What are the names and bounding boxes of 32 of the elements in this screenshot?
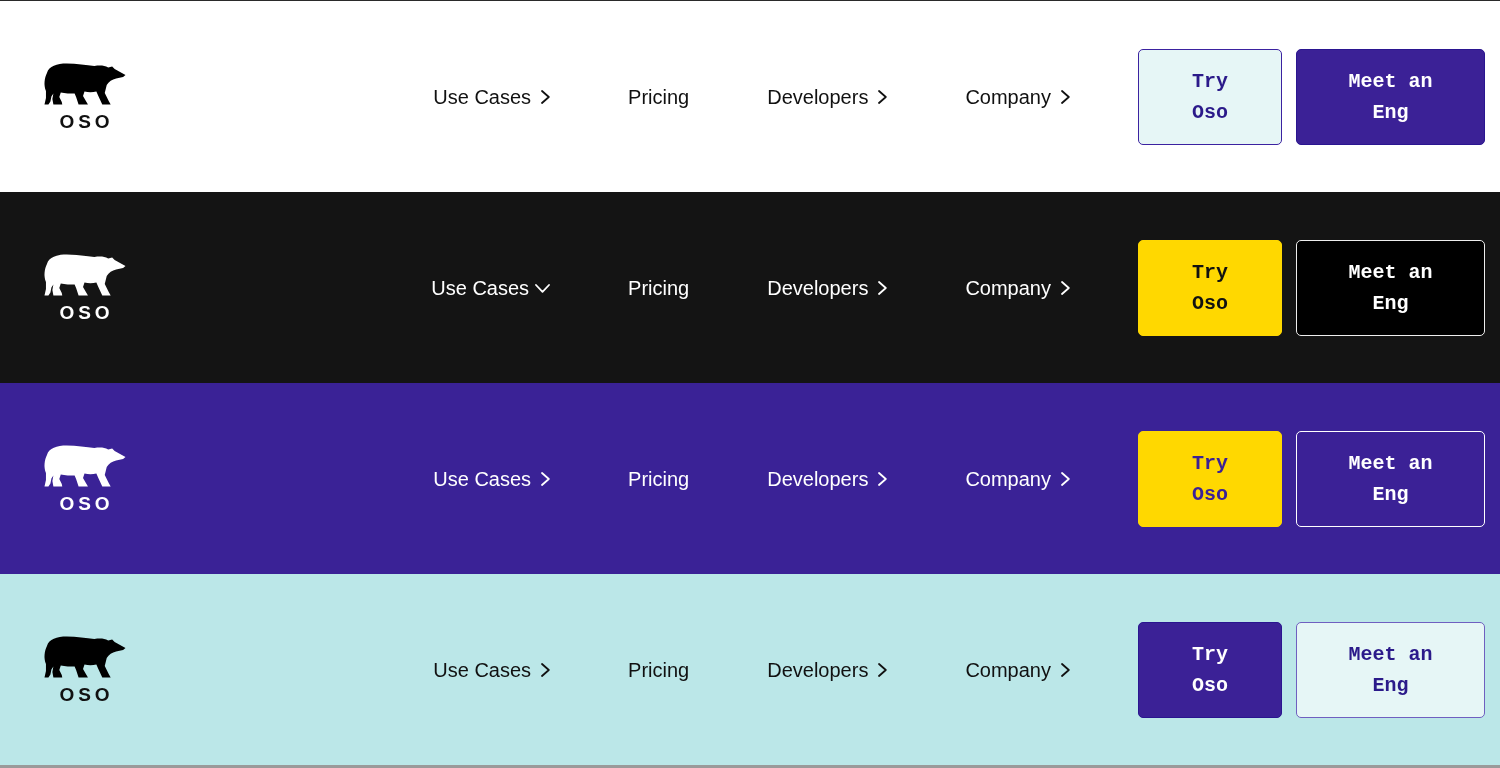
nav-link[interactable]: Company — [965, 275, 1070, 300]
nav-link[interactable]: Developers — [767, 84, 888, 109]
nav-link[interactable]: Pricing — [628, 84, 690, 109]
nav-link[interactable]: Pricing — [628, 466, 690, 491]
bear-icon — [43, 254, 126, 296]
cta-button[interactable]: Meet an Eng — [1296, 239, 1485, 336]
bear-icon — [43, 63, 126, 105]
cta-button[interactable]: Meet an Eng — [1296, 621, 1485, 718]
nav-link[interactable]: Company — [965, 657, 1070, 682]
cta-button[interactable]: Try Oso — [1138, 48, 1282, 145]
nav-link[interactable]: Developers — [767, 275, 888, 300]
home-logo[interactable]: OSO — [43, 636, 126, 703]
cta-button[interactable]: Meet an Eng — [1296, 430, 1485, 527]
home-logo[interactable]: OSO — [43, 63, 126, 130]
cta-button[interactable]: Try Oso — [1138, 239, 1282, 336]
nav-link[interactable]: Developers — [767, 657, 888, 682]
nav-link[interactable]: Company — [965, 466, 1070, 491]
nav-link[interactable]: Use Cases — [431, 275, 551, 300]
nav-link[interactable]: Use Cases — [433, 466, 551, 491]
bear-icon — [43, 636, 126, 678]
cta-button[interactable]: Try Oso — [1138, 430, 1282, 527]
cta-button[interactable]: Meet an Eng — [1296, 48, 1485, 145]
nav-link[interactable]: Developers — [767, 466, 888, 491]
nav-link[interactable]: Pricing — [628, 275, 690, 300]
home-logo[interactable]: OSO — [43, 445, 126, 512]
nav-link[interactable]: Pricing — [628, 657, 690, 682]
home-logo[interactable]: OSO — [43, 254, 126, 321]
bear-icon — [43, 445, 126, 487]
nav-link[interactable]: Use Cases — [433, 84, 551, 109]
cta-button[interactable]: Try Oso — [1138, 621, 1282, 718]
nav-link[interactable]: Company — [965, 84, 1070, 109]
nav-link[interactable]: Use Cases — [433, 657, 551, 682]
